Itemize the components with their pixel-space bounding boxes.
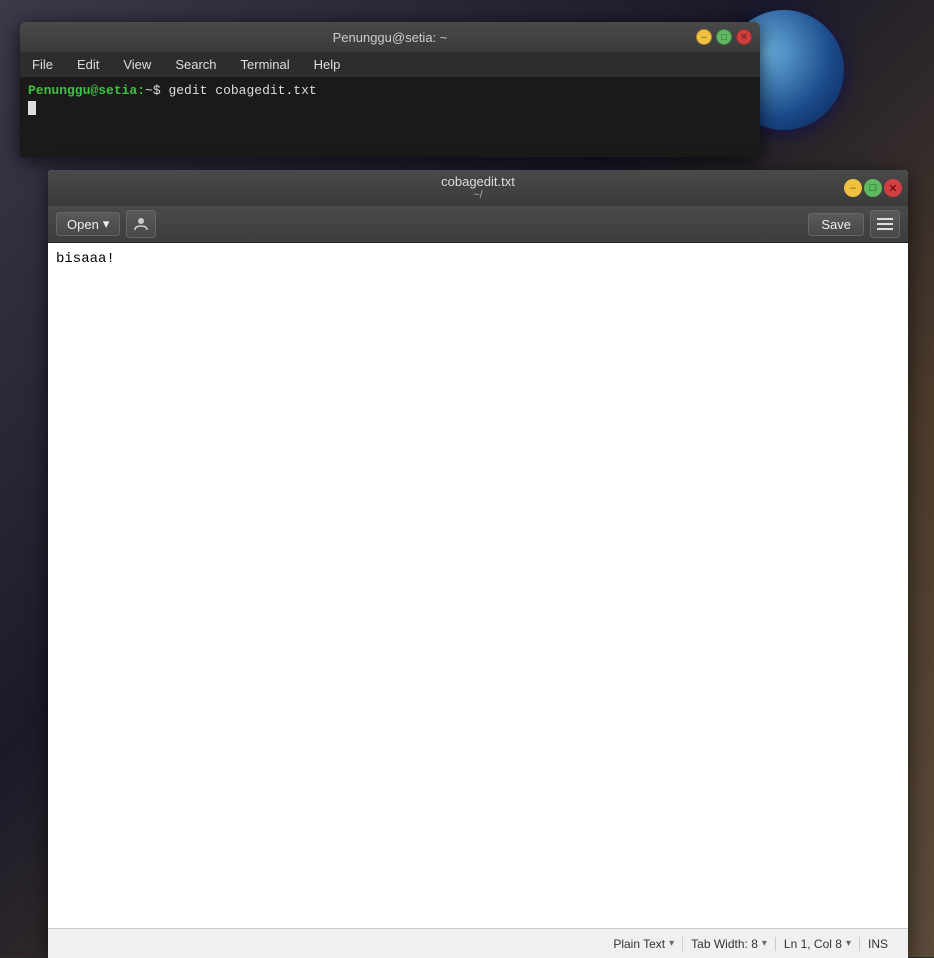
terminal-menu-file[interactable]: File: [28, 55, 57, 74]
terminal-cursor: [28, 101, 36, 115]
gedit-statusbar: Plain Text ▾ Tab Width: 8 ▾ Ln 1, Col 8 …: [48, 928, 908, 958]
contacts-icon: [133, 216, 149, 232]
open-arrow-icon: ▾: [103, 216, 110, 232]
hamburger-icon: [877, 218, 893, 230]
terminal-title: Penunggu@setia: ~: [333, 30, 448, 45]
tabwidth-chevron-icon: ▾: [762, 938, 767, 949]
gedit-title-filename: cobagedit.txt: [48, 174, 908, 190]
terminal-menu-view[interactable]: View: [119, 55, 155, 74]
statusbar-ins-label: INS: [868, 937, 888, 951]
statusbar-language-label: Plain Text: [613, 937, 665, 951]
gedit-window-controls: – □ ✕: [844, 179, 902, 197]
terminal-close-button[interactable]: ✕: [736, 29, 752, 45]
gedit-title: cobagedit.txt ~/: [48, 174, 908, 203]
gedit-maximize-button[interactable]: □: [864, 179, 882, 197]
cursor-chevron-icon: ▾: [846, 938, 851, 949]
open-label: Open: [67, 217, 99, 232]
statusbar-tabwidth-label: Tab Width: 8: [691, 937, 758, 951]
gedit-save-button[interactable]: Save: [808, 213, 864, 236]
terminal-titlebar: Penunggu@setia: ~ – □ ✕: [20, 22, 760, 52]
terminal-prompt-symbol: $: [153, 83, 161, 98]
terminal-command: gedit cobagedit.txt: [161, 83, 317, 98]
gedit-hamburger-button[interactable]: [870, 210, 900, 238]
language-chevron-icon: ▾: [669, 938, 674, 949]
terminal-menu-edit[interactable]: Edit: [73, 55, 103, 74]
statusbar-ins-section: INS: [860, 937, 896, 951]
statusbar-cursor-label: Ln 1, Col 8: [784, 937, 842, 951]
terminal-menu-help[interactable]: Help: [310, 55, 345, 74]
terminal-menu-terminal[interactable]: Terminal: [237, 55, 294, 74]
statusbar-tabwidth-section[interactable]: Tab Width: 8 ▾: [683, 937, 776, 951]
terminal-menubar: File Edit View Search Terminal Help: [20, 52, 760, 77]
terminal-hostname: Penunggu@setia:: [28, 83, 145, 98]
gedit-title-path: ~/: [48, 189, 908, 202]
terminal-controls: – □ ✕: [696, 29, 752, 45]
statusbar-cursor-section[interactable]: Ln 1, Col 8 ▾: [776, 937, 860, 951]
gedit-open-button[interactable]: Open ▾: [56, 212, 120, 236]
gedit-editor[interactable]: [48, 243, 908, 923]
terminal-prompt-dir: ~: [145, 83, 153, 98]
gedit-window: cobagedit.txt ~/ – □ ✕ Open ▾ Save: [48, 170, 908, 958]
terminal-menu-search[interactable]: Search: [171, 55, 220, 74]
terminal-minimize-button[interactable]: –: [696, 29, 712, 45]
terminal-maximize-button[interactable]: □: [716, 29, 732, 45]
terminal-content: Penunggu@setia:~$ gedit cobagedit.txt: [20, 77, 760, 157]
gedit-close-button[interactable]: ✕: [884, 179, 902, 197]
gedit-titlebar: cobagedit.txt ~/ – □ ✕: [48, 170, 908, 206]
terminal-prompt-line: Penunggu@setia:~$ gedit cobagedit.txt: [28, 83, 752, 98]
gedit-toolbar: Open ▾ Save: [48, 206, 908, 243]
gedit-contacts-button[interactable]: [126, 210, 156, 238]
statusbar-language-section[interactable]: Plain Text ▾: [605, 937, 683, 951]
terminal-window: Penunggu@setia: ~ – □ ✕ File Edit View S…: [20, 22, 760, 157]
gedit-minimize-button[interactable]: –: [844, 179, 862, 197]
